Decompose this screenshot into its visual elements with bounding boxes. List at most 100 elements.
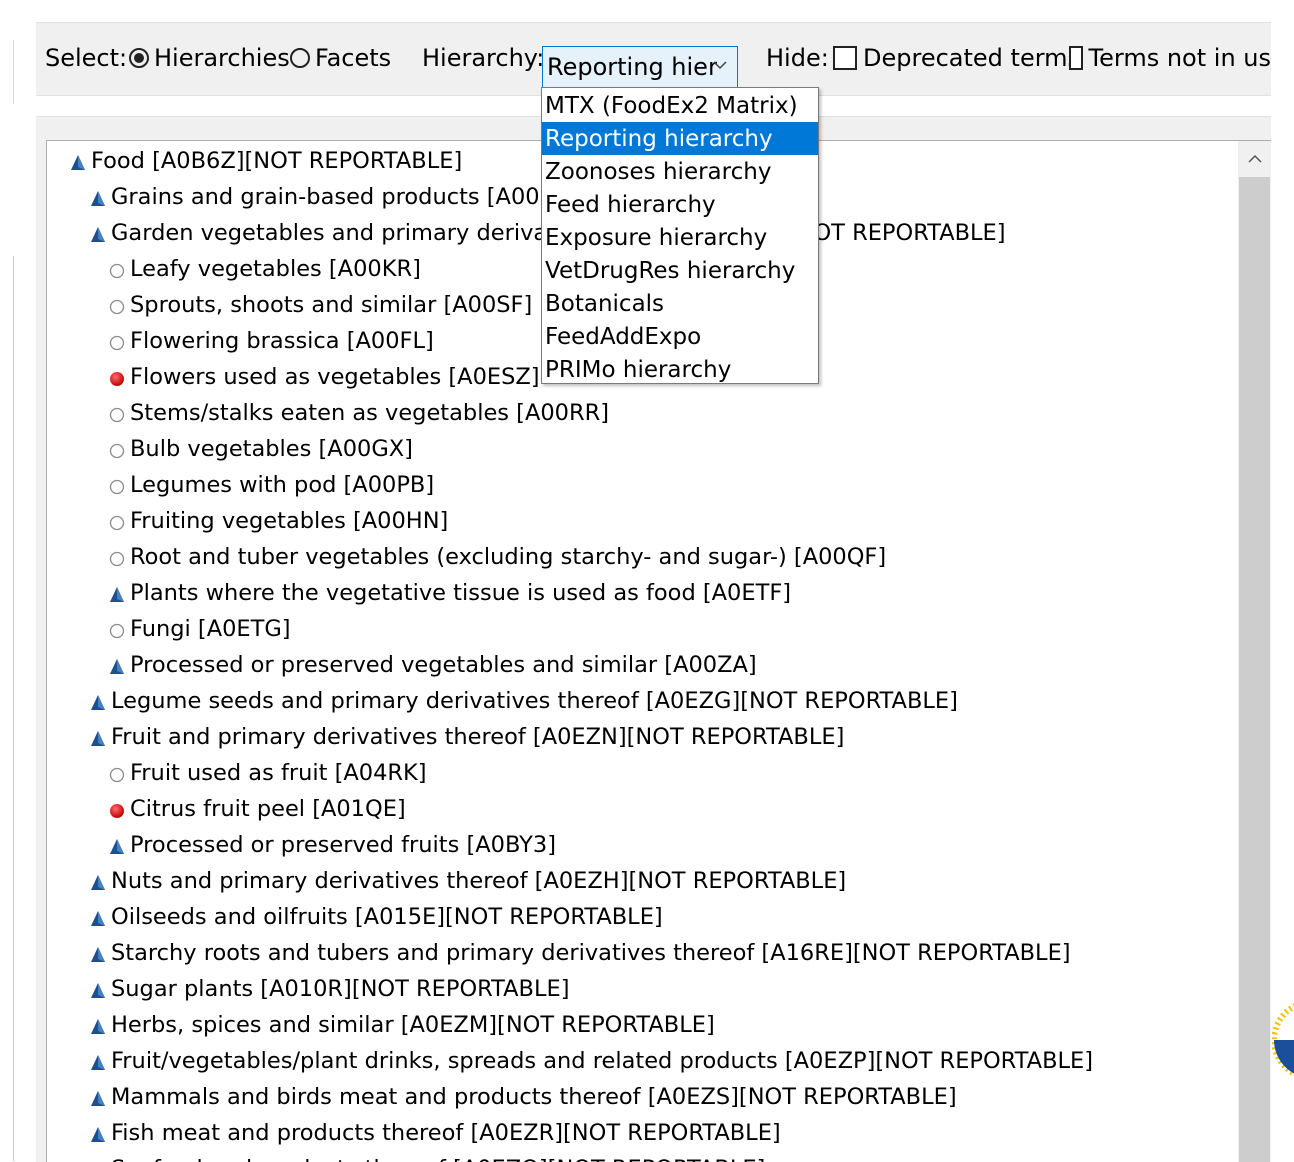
tree-row[interactable]: Root and tuber vegetables (excluding sta… (108, 539, 886, 575)
tree-row[interactable]: Fruiting vegetables [A00HN] (108, 503, 448, 539)
folder-icon (89, 1088, 107, 1106)
window-top (0, 0, 1294, 8)
tree-row[interactable]: Fungi [A0ETG] (108, 611, 291, 647)
tree-row[interactable]: Sugar plants [A010R][NOT REPORTABLE] (89, 971, 570, 1007)
tree-row[interactable]: Starchy roots and tubers and primary der… (89, 935, 1071, 971)
tree-row-label: Flowering brassica [A00FL] (130, 328, 434, 354)
tree-row-label: Mammals and birds meat and products ther… (111, 1084, 957, 1110)
red-dot-icon (108, 800, 126, 818)
left-divider (13, 40, 14, 104)
dropdown-option[interactable]: VetDrugRes hierarchy (542, 254, 818, 287)
dropdown-option[interactable]: Botanicals (542, 287, 818, 320)
tree-row[interactable]: Seafood and products thereof [A0EZQ][NOT… (89, 1151, 765, 1162)
tree-row[interactable]: Processed or preserved fruits [A0BY3] (108, 827, 556, 863)
tree-row-label: Bulb vegetables [A00GX] (130, 436, 413, 462)
leaf-icon (108, 440, 126, 459)
tree-row-label: Processed or preserved vegetables and si… (130, 652, 757, 678)
tree-row[interactable]: Legumes with pod [A00PB] (108, 467, 434, 503)
tree-row-label: Fruiting vegetables [A00HN] (130, 508, 449, 534)
leaf-icon (108, 260, 126, 279)
tree-row[interactable]: Fruit used as fruit [A04RK] (108, 755, 427, 791)
tree-row[interactable]: Food [A0B6Z][NOT REPORTABLE] (69, 143, 462, 179)
tree-row[interactable]: Fish meat and products thereof [A0EZR][N… (89, 1115, 781, 1151)
tree-row[interactable]: Flowering brassica [A00FL] (108, 323, 434, 359)
tree-row[interactable]: Grains and grain-based products [A000J] (89, 179, 569, 215)
scroll-up-icon[interactable] (1238, 141, 1271, 177)
folder-icon (89, 1016, 107, 1034)
tree-row-label: Food [A0B6Z][NOT REPORTABLE] (91, 148, 463, 174)
leaf-icon (108, 476, 126, 495)
tree-row[interactable]: Sprouts, shoots and similar [A00SF] (108, 287, 532, 323)
tree-row-label: Oilseeds and oilfruits [A015E][NOT REPOR… (111, 904, 663, 930)
tree-row-label: Seafood and products thereof [A0EZQ][NOT… (111, 1156, 765, 1162)
radio-hierarchies-icon[interactable] (129, 48, 149, 68)
dropdown-option[interactable]: PRIMo hierarchy (542, 353, 818, 386)
tree-row[interactable]: Fruit and primary derivatives thereof [A… (89, 719, 844, 755)
tree-row[interactable]: Bulb vegetables [A00GX] (108, 431, 413, 467)
tree-row-label: Grains and grain-based products [A000J] (111, 184, 570, 210)
tree-row[interactable]: Oilseeds and oilfruits [A015E][NOT REPOR… (89, 899, 663, 935)
terms-not-in-use-label: Terms not in us (1088, 44, 1271, 72)
folder-icon (89, 908, 107, 926)
tree-row-label: Fruit and primary derivatives thereof [A… (111, 724, 845, 750)
radio-hierarchies[interactable]: Hierarchies (129, 22, 290, 94)
folder-icon (108, 656, 126, 674)
radio-facets-icon[interactable] (290, 48, 310, 68)
deprecated-terms-checkbox[interactable]: Deprecated terms (833, 22, 1080, 94)
select-label-text: Select: (45, 44, 128, 72)
dropdown-option[interactable]: MTX (FoodEx2 Matrix) (542, 89, 818, 122)
tree-row[interactable]: Nuts and primary derivatives thereof [A0… (89, 863, 846, 899)
tree-row[interactable]: Herbs, spices and similar [A0EZM][NOT RE… (89, 1007, 715, 1043)
tree-row-label: Citrus fruit peel [A01QE] (130, 796, 406, 822)
tree-row[interactable]: Fruit/vegetables/plant drinks, spreads a… (89, 1043, 1093, 1079)
leaf-icon (108, 332, 126, 351)
folder-icon (89, 1052, 107, 1070)
tree-row[interactable]: Legume seeds and primary derivatives the… (89, 683, 958, 719)
tree-row-label: Flowers used as vegetables [A0ESZ] (130, 364, 540, 390)
tree-row-label: Root and tuber vegetables (excluding sta… (130, 544, 887, 570)
tree-row[interactable]: Processed or preserved vegetables and si… (108, 647, 757, 683)
folder-icon (89, 188, 107, 206)
select-label: Select: (45, 22, 127, 94)
leaf-icon (108, 512, 126, 531)
folder-icon (89, 980, 107, 998)
tree-row-label: Fruit used as fruit [A04RK] (130, 760, 427, 786)
hierarchy-label-text: Hierarchy: (422, 44, 545, 72)
terms-not-in-use-checkbox[interactable]: Terms not in us (1069, 22, 1271, 94)
tree-row[interactable]: Leafy vegetables [A00KR] (108, 251, 421, 287)
scroll-thumb[interactable] (1239, 177, 1270, 1162)
tree-row-label: Sugar plants [A010R][NOT REPORTABLE] (111, 976, 570, 1002)
tree-scrollbar[interactable] (1238, 140, 1271, 1162)
leaf-icon (108, 620, 126, 639)
tree-row[interactable]: Mammals and birds meat and products ther… (89, 1079, 957, 1115)
terms-not-in-use-checkbox-box[interactable] (1069, 46, 1083, 70)
radio-facets[interactable]: Facets (290, 22, 391, 94)
tree-row[interactable]: Citrus fruit peel [A01QE] (108, 791, 406, 827)
deprecated-terms-checkbox-box[interactable] (833, 46, 857, 70)
dropdown-option[interactable]: FeedAddExpo (542, 320, 818, 353)
hide-label-text: Hide: (766, 44, 829, 72)
tree-row-label: Fungi [A0ETG] (130, 616, 291, 642)
tree-row-label: Legume seeds and primary derivatives the… (111, 688, 958, 714)
tree-row-label: Nuts and primary derivatives thereof [A0… (111, 868, 847, 894)
tree-row[interactable]: Plants where the vegetative tissue is us… (108, 575, 791, 611)
hierarchy-dropdown-list[interactable]: MTX (FoodEx2 Matrix) Reporting hierarchy Z… (541, 87, 819, 384)
leaf-icon (108, 764, 126, 783)
chevron-down-icon[interactable] (713, 55, 727, 74)
tree-row-label: Fruit/vegetables/plant drinks, spreads a… (111, 1048, 1094, 1074)
tree-row-label: Starchy roots and tubers and primary der… (111, 940, 1071, 966)
folder-icon (108, 836, 126, 854)
tree-row[interactable]: Flowers used as vegetables [A0ESZ] (108, 359, 540, 395)
dropdown-option[interactable]: Zoonoses hierarchy (542, 155, 818, 188)
hierarchy-combo[interactable]: Reporting hier (542, 46, 738, 88)
tree-row-label: Sprouts, shoots and similar [A00SF] (130, 292, 533, 318)
tree-row-label: Herbs, spices and similar [A0EZM][NOT RE… (111, 1012, 715, 1038)
dropdown-option[interactable]: Feed hierarchy (542, 188, 818, 221)
tree-row-label: Stems/stalks eaten as vegetables [A00RR] (130, 400, 610, 426)
tree-row-label: Leafy vegetables [A00KR] (130, 256, 421, 282)
tree-row[interactable]: Stems/stalks eaten as vegetables [A00RR] (108, 395, 609, 431)
dropdown-option[interactable]: Reporting hierarchy (542, 122, 818, 155)
deprecated-terms-label: Deprecated terms (863, 44, 1081, 72)
radio-hierarchies-label: Hierarchies (154, 44, 290, 72)
dropdown-option[interactable]: Exposure hierarchy (542, 221, 818, 254)
